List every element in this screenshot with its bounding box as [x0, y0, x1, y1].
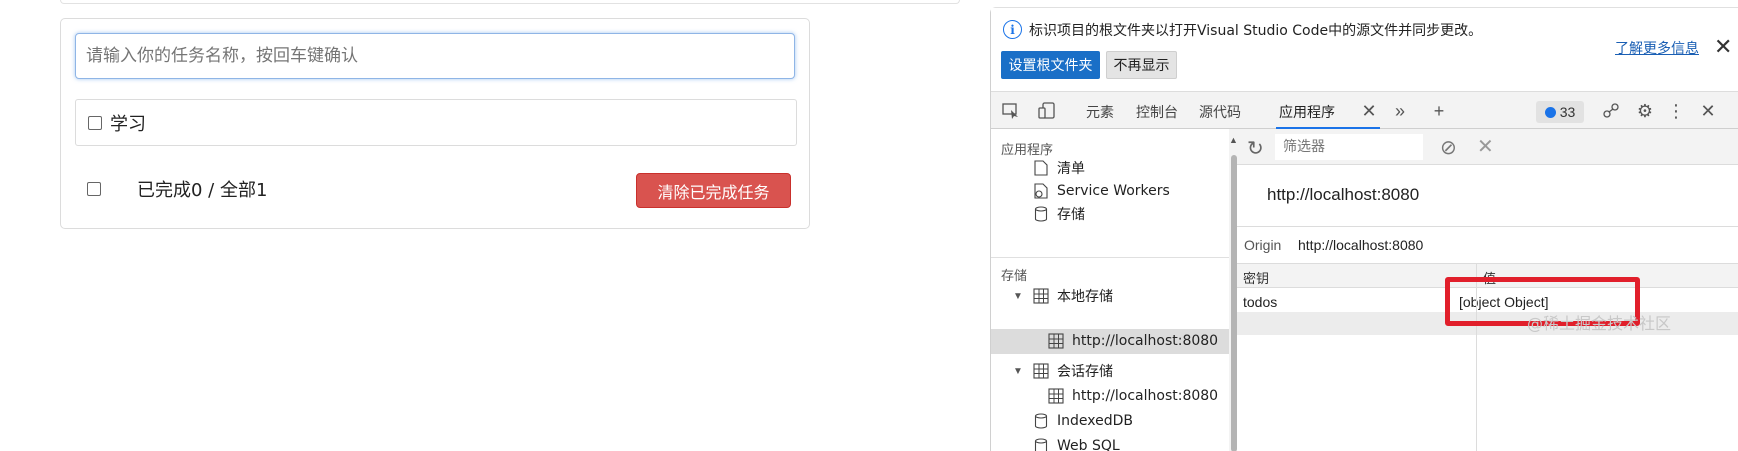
- clear-completed-button[interactable]: 清除已完成任务: [636, 173, 791, 208]
- application-sidebar: 应用程序 清单 Service Workers 存储 存储 ▼ 本地存储 htt…: [991, 129, 1238, 451]
- devtools-tabbar: 元素 控制台 源代码 应用程序 ✕ » + 33 ⚙ ⋮ ✕: [991, 91, 1738, 129]
- close-tab-icon[interactable]: ✕: [1359, 101, 1379, 121]
- todo-label: 学习: [110, 113, 146, 135]
- sidebar-item-service-workers[interactable]: Service Workers: [1033, 180, 1170, 202]
- storage-view: ↻ ⊘ ✕ http://localhost:8080 Origin http:…: [1237, 129, 1738, 451]
- clear-all-icon[interactable]: ⊘: [1440, 135, 1457, 160]
- more-options-icon[interactable]: ⋮: [1666, 101, 1686, 121]
- infobar-message: 标识项目的根文件夹以打开Visual Studio Code中的源文件并同步更改…: [1029, 23, 1483, 39]
- info-icon: i: [1003, 20, 1022, 39]
- task-input[interactable]: [75, 33, 795, 79]
- origin-heading: http://localhost:8080: [1267, 185, 1420, 204]
- todo-footer: 已完成0 / 全部1 清除已完成任务: [75, 169, 797, 209]
- connect-icon[interactable]: [1601, 101, 1621, 121]
- sidebar-divider: [991, 257, 1229, 258]
- browser-top-edge: [60, 0, 960, 4]
- sidebar-item-local-storage-origin[interactable]: http://localhost:8080: [1048, 330, 1218, 352]
- sidebar-item-label: http://localhost:8080: [1072, 388, 1219, 404]
- sidebar-item-session-storage-origin[interactable]: http://localhost:8080: [1048, 385, 1218, 407]
- more-tabs-icon[interactable]: »: [1390, 101, 1410, 121]
- tab-elements[interactable]: 元素: [1086, 102, 1114, 122]
- gear-document-icon: [1033, 183, 1049, 199]
- sidebar-item-storage[interactable]: 存储: [1033, 203, 1085, 225]
- table-grid-icon: [1033, 363, 1049, 379]
- document-icon: [1033, 160, 1049, 176]
- device-toolbar-icon[interactable]: [1037, 101, 1057, 121]
- issues-icon: [1544, 106, 1556, 118]
- origin-label: Origin: [1244, 237, 1282, 253]
- expand-triangle-icon[interactable]: ▼: [1013, 366, 1023, 377]
- sidebar-item-label: 会话存储: [1057, 364, 1113, 380]
- dont-show-again-button[interactable]: 不再显示: [1106, 51, 1177, 79]
- sidebar-item-label: Service Workers: [1057, 183, 1170, 199]
- sidebar-section-application: 应用程序: [1001, 143, 1054, 158]
- infobar: i 标识项目的根文件夹以打开Visual Studio Code中的源文件并同步…: [991, 8, 1738, 91]
- expand-triangle-icon[interactable]: ▼: [1013, 291, 1023, 302]
- todo-item: 学习: [75, 99, 797, 146]
- settings-gear-icon[interactable]: ⚙: [1635, 101, 1655, 121]
- sidebar-item-label: IndexedDB: [1057, 413, 1133, 429]
- database-icon: [1033, 206, 1049, 222]
- select-all-checkbox[interactable]: [87, 182, 101, 196]
- sidebar-item-websql[interactable]: Web SQL: [1033, 435, 1120, 451]
- sidebar-item-indexeddb[interactable]: IndexedDB: [1033, 410, 1133, 432]
- tab-console[interactable]: 控制台: [1136, 102, 1178, 122]
- refresh-icon[interactable]: ↻: [1247, 136, 1264, 161]
- table-grid-icon: [1048, 388, 1064, 404]
- todo-count: 已完成0 / 全部1: [137, 180, 268, 201]
- delete-selected-icon[interactable]: ✕: [1477, 134, 1494, 159]
- row-key-cell[interactable]: todos: [1243, 294, 1277, 310]
- learn-more-link[interactable]: 了解更多信息: [1615, 38, 1699, 58]
- add-tab-icon[interactable]: +: [1429, 101, 1449, 121]
- close-icon[interactable]: ✕: [1714, 34, 1732, 60]
- table-grid-icon: [1048, 333, 1064, 349]
- origin-divider: [1237, 226, 1738, 227]
- sidebar-section-storage: 存储: [1001, 269, 1028, 284]
- issues-count: 33: [1559, 104, 1576, 120]
- sidebar-item-label: Web SQL: [1057, 438, 1120, 451]
- inspect-icon[interactable]: [1001, 101, 1021, 121]
- tab-sources[interactable]: 源代码: [1199, 102, 1241, 122]
- origin-value: http://localhost:8080: [1298, 237, 1424, 253]
- sidebar-item-label: 本地存储: [1057, 289, 1113, 305]
- issues-badge[interactable]: 33: [1536, 101, 1584, 123]
- database-icon: [1033, 413, 1049, 429]
- column-header-key[interactable]: 密钥: [1243, 268, 1269, 287]
- table-grid-icon: [1033, 288, 1049, 304]
- sidebar-item-manifest[interactable]: 清单: [1033, 157, 1085, 179]
- devtools-panel: i 标识项目的根文件夹以打开Visual Studio Code中的源文件并同步…: [990, 7, 1738, 451]
- sidebar-item-local-storage[interactable]: 本地存储: [1033, 285, 1113, 307]
- watermark: @稀土掘金技术社区: [1527, 314, 1672, 333]
- sidebar-item-session-storage[interactable]: 会话存储: [1033, 360, 1113, 382]
- sidebar-item-label: http://localhost:8080: [1072, 333, 1219, 349]
- sidebar-item-label: 清单: [1057, 161, 1085, 177]
- storage-table: 密钥 值 todos [object Object]: [1237, 263, 1738, 451]
- sidebar-item-label: 存储: [1057, 207, 1085, 223]
- close-devtools-icon[interactable]: ✕: [1698, 101, 1718, 121]
- filter-input[interactable]: [1275, 134, 1423, 160]
- todo-card: 学习 已完成0 / 全部1 清除已完成任务: [60, 18, 810, 229]
- storage-toolbar: ↻ ⊘ ✕: [1237, 129, 1738, 165]
- todo-checkbox[interactable]: [88, 115, 102, 130]
- database-icon: [1033, 438, 1049, 451]
- set-root-folder-button[interactable]: 设置根文件夹: [1001, 51, 1100, 79]
- tab-application[interactable]: 应用程序: [1279, 102, 1335, 122]
